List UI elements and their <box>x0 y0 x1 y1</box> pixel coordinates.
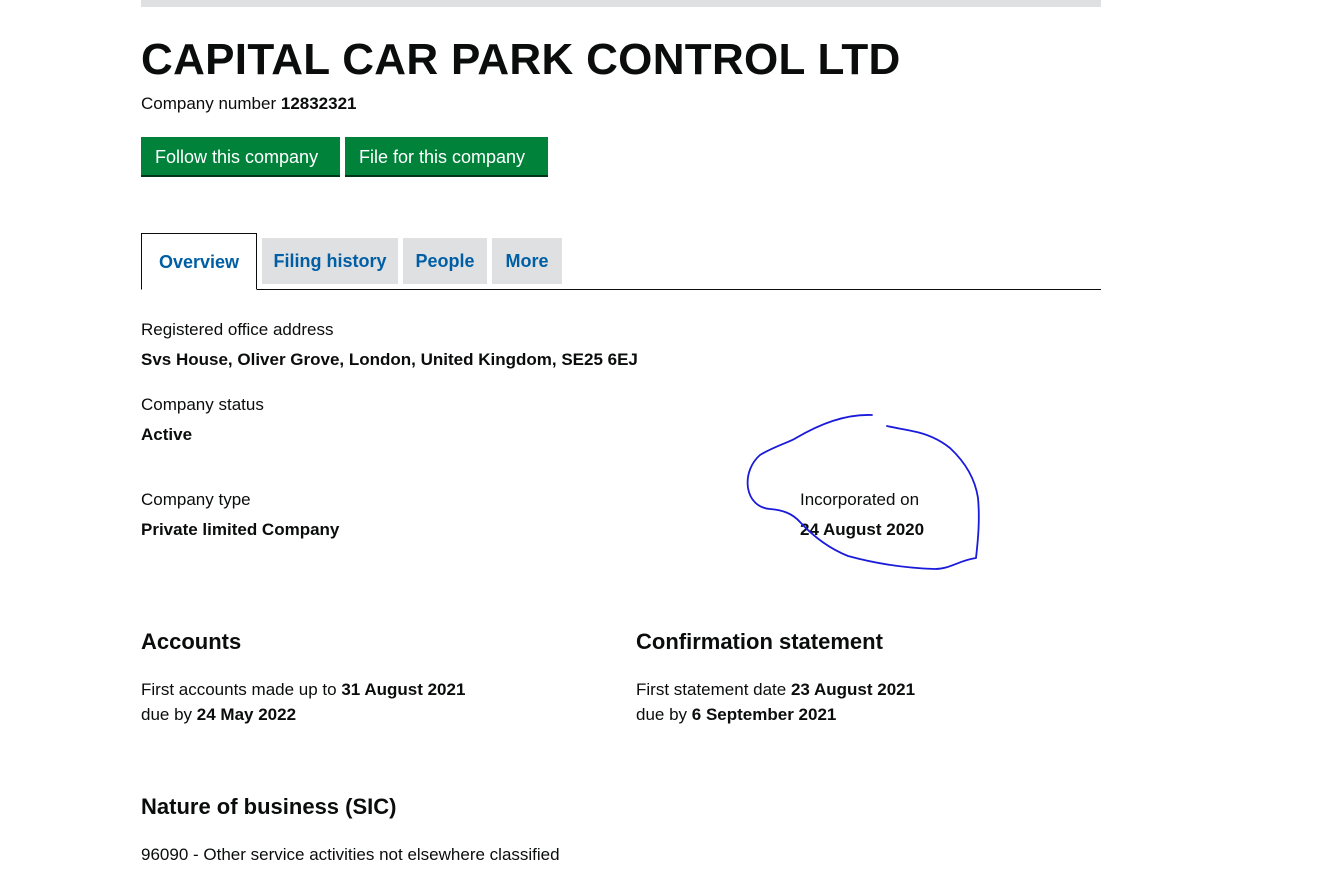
sic-code-line: 96090 - Other service activities not els… <box>141 845 560 864</box>
incorporated-on-value: 24 August 2020 <box>800 520 925 539</box>
company-number-value: 12832321 <box>280 94 357 113</box>
confirmation-statement-date: 23 August 2021 <box>790 680 916 699</box>
hand-drawn-circle-annotation <box>746 414 980 570</box>
accounts-due-prefix: due by <box>141 705 193 724</box>
registered-office-value: Svs House, Oliver Grove, London, United … <box>141 350 638 369</box>
confirmation-due-date: 6 September 2021 <box>691 705 837 724</box>
company-status-value: Active <box>141 425 193 444</box>
registered-office-label: Registered office address <box>141 320 334 339</box>
accounts-made-up-line: First accounts made up to 31 August 2021 <box>141 679 465 701</box>
follow-company-button[interactable]: Follow this company <box>141 137 340 177</box>
confirmation-statement-prefix: First statement date <box>636 680 787 699</box>
accounts-due-date: 24 May 2022 <box>196 705 297 724</box>
company-name-heading: CAPITAL CAR PARK CONTROL LTD <box>141 35 901 84</box>
nature-of-business-heading: Nature of business (SIC) <box>141 794 397 819</box>
company-number: Company number 12832321 <box>141 93 357 115</box>
tab-more[interactable]: More <box>492 238 562 284</box>
company-overview-page: CAPITAL CAR PARK CONTROL LTD Company num… <box>0 0 1336 875</box>
tab-people[interactable]: People <box>403 238 487 284</box>
confirmation-due-prefix: due by <box>636 705 688 724</box>
accounts-made-up-date: 31 August 2021 <box>341 680 466 699</box>
tab-filing-history[interactable]: Filing history <box>262 238 398 284</box>
incorporated-on-label: Incorporated on <box>800 490 920 509</box>
confirmation-statement-heading: Confirmation statement <box>636 629 883 654</box>
company-type-value: Private limited Company <box>141 520 340 539</box>
company-status-label: Company status <box>141 395 264 414</box>
accounts-heading: Accounts <box>141 629 242 654</box>
accounts-made-up-prefix: First accounts made up to <box>141 680 337 699</box>
company-type-label: Company type <box>141 490 251 509</box>
file-for-company-button[interactable]: File for this company <box>345 137 548 177</box>
tabs-underline <box>141 289 1101 290</box>
company-number-label: Company number <box>141 94 277 113</box>
accounts-due-line: due by 24 May 2022 <box>141 704 296 726</box>
tab-overview[interactable]: Overview <box>141 233 257 290</box>
confirmation-statement-line: First statement date 23 August 2021 <box>636 679 915 701</box>
confirmation-due-line: due by 6 September 2021 <box>636 704 836 726</box>
header-divider-bar <box>141 0 1101 7</box>
